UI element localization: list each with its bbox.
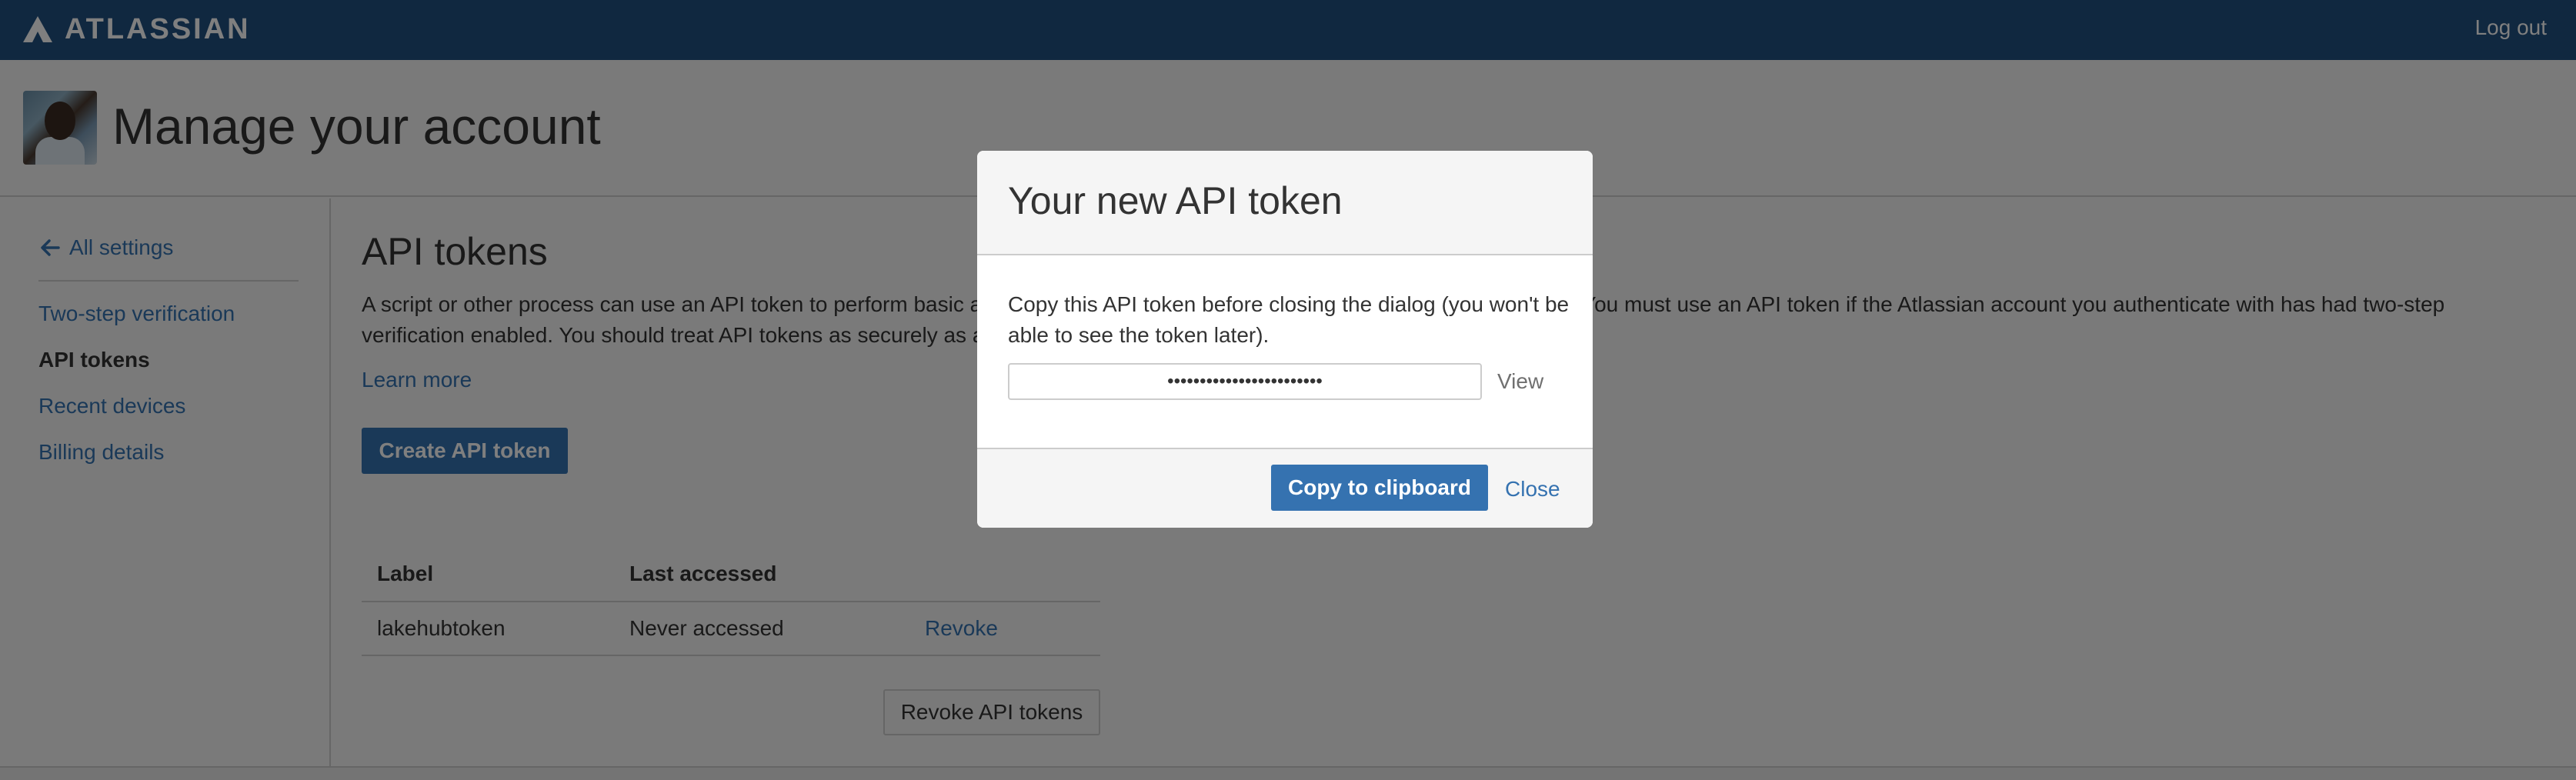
view-token-link[interactable]: View — [1497, 369, 1543, 394]
dialog-footer: Copy to clipboard Close — [977, 448, 1593, 528]
close-dialog-link[interactable]: Close — [1505, 477, 1560, 502]
dialog-title: Your new API token — [1008, 179, 1343, 222]
api-token-field[interactable] — [1008, 363, 1482, 400]
new-api-token-dialog: Your new API token Copy this API token b… — [977, 151, 1593, 528]
dialog-header: Your new API token — [977, 151, 1593, 255]
copy-to-clipboard-button[interactable]: Copy to clipboard — [1271, 465, 1488, 511]
dialog-message: Copy this API token before closing the d… — [1008, 292, 1570, 347]
